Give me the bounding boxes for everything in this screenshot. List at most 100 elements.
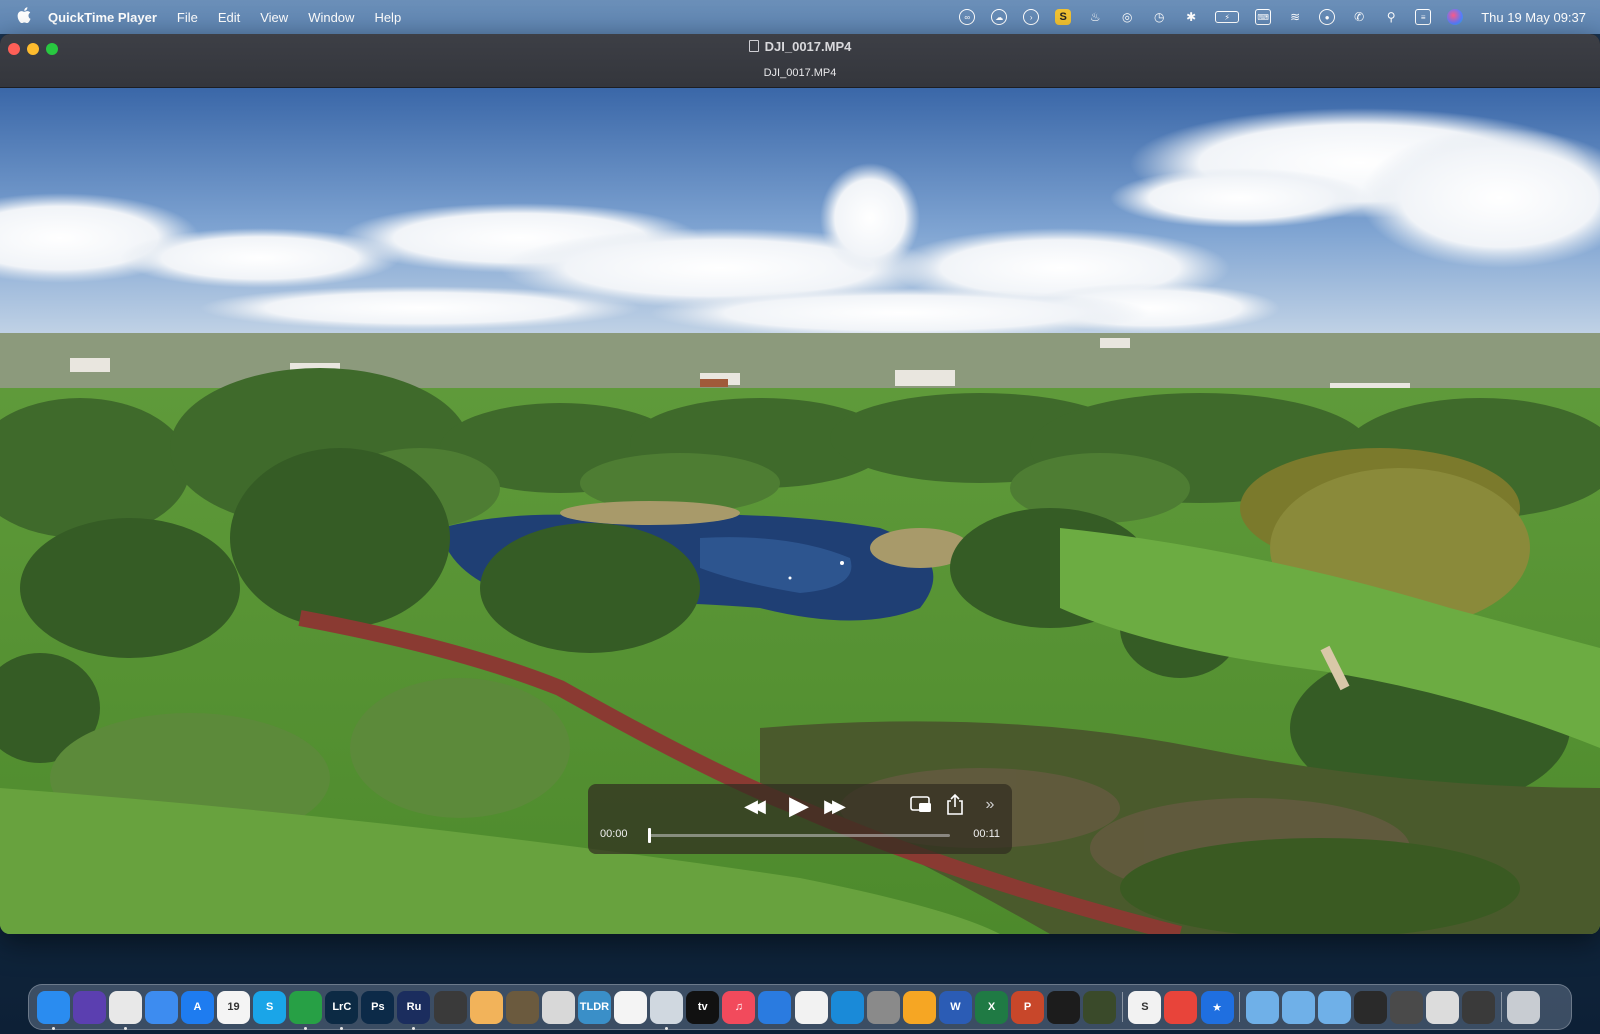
menu-file[interactable]: File: [177, 10, 198, 25]
media-icon[interactable]: ›: [1023, 9, 1040, 25]
flame-icon[interactable]: ♨: [1087, 9, 1103, 25]
dock-label: tv: [697, 1001, 708, 1013]
dock-separator: [1121, 992, 1123, 1022]
dock-apps-folder[interactable]: [1281, 990, 1315, 1024]
dock-audio-app[interactable]: [758, 990, 792, 1024]
running-indicator: [340, 1026, 344, 1030]
dock-label: Ru: [406, 1001, 422, 1013]
playback-controls: ◀◀ ▶ ▶▶ » 00:00 00:11: [588, 784, 1012, 854]
dock-label: LrC: [332, 1001, 352, 1013]
menu-bar: QuickTime Player File Edit View Window H…: [0, 0, 1600, 34]
dock-battery-app[interactable]: [1083, 990, 1117, 1024]
dock-photos[interactable]: [614, 990, 648, 1024]
dock-circle-app[interactable]: [830, 990, 864, 1024]
running-indicator: [51, 1026, 55, 1030]
dock-label: ♫: [734, 1001, 743, 1013]
more-options-button[interactable]: »: [980, 794, 1000, 816]
running-indicator: [665, 1026, 669, 1030]
dock-window-thumb-1[interactable]: [1353, 990, 1387, 1024]
siri-icon[interactable]: [1447, 9, 1464, 25]
fast-forward-button[interactable]: ▶▶: [818, 794, 846, 818]
dock-sketch-app[interactable]: [902, 990, 936, 1024]
dock-activity-monitor[interactable]: [1047, 990, 1081, 1024]
menu-view[interactable]: View: [260, 10, 288, 25]
bluetooth-icon[interactable]: ✱: [1183, 9, 1199, 25]
dock-reeder[interactable]: ★: [1200, 990, 1234, 1024]
dock-docs-folder[interactable]: [1317, 990, 1351, 1024]
dock-trash[interactable]: [1507, 990, 1541, 1024]
window-subtitle: DJI_0017.MP4: [763, 67, 837, 79]
dock-s-app[interactable]: S: [1128, 990, 1162, 1024]
dock-label: S: [1141, 1001, 1149, 1013]
dock-image-viewer[interactable]: [433, 990, 467, 1024]
dock-photo-app[interactable]: [505, 990, 539, 1024]
dock-label: A: [193, 1001, 202, 1013]
dock-window-thumb-4[interactable]: [1462, 990, 1496, 1024]
dock-separator: [1239, 992, 1241, 1022]
scrubber[interactable]: [648, 828, 950, 843]
dock-creative-cloud[interactable]: [1164, 990, 1198, 1024]
dock-music[interactable]: ♫: [722, 990, 756, 1024]
dock-finder[interactable]: [36, 990, 70, 1030]
app-menu[interactable]: QuickTime Player: [48, 10, 157, 25]
dock-label: 19: [227, 1001, 240, 1013]
wifi-icon[interactable]: ≋: [1287, 9, 1303, 25]
dock-cube-app[interactable]: [794, 990, 828, 1024]
cloud-drive-icon[interactable]: ☁: [991, 9, 1008, 25]
menu-help[interactable]: Help: [374, 10, 401, 25]
time-machine-icon[interactable]: ◷: [1151, 9, 1167, 25]
document-icon[interactable]: [748, 40, 759, 52]
dock-photoshop[interactable]: Ps: [361, 990, 395, 1024]
play-button[interactable]: ▶: [784, 790, 814, 820]
picture-in-picture-button[interactable]: [910, 796, 932, 814]
user-icon[interactable]: ●: [1319, 9, 1336, 25]
dock-system-preferences[interactable]: [866, 990, 900, 1024]
dock-powerpoint[interactable]: P: [1011, 990, 1045, 1024]
battery-icon[interactable]: ⚡: [1215, 11, 1240, 23]
dock-siri[interactable]: [72, 990, 106, 1024]
dock-skype[interactable]: S: [253, 990, 287, 1024]
keyboard-icon[interactable]: ⌨: [1255, 9, 1272, 25]
current-time: 00:00: [600, 828, 628, 840]
apple-menu-icon[interactable]: [0, 7, 48, 27]
control-center-icon[interactable]: ≡: [1415, 9, 1432, 25]
dock-tldr[interactable]: TLDR: [577, 990, 611, 1024]
dock-apple-tv[interactable]: tv: [686, 990, 720, 1024]
dock-lightroom-classic[interactable]: LrC: [325, 990, 359, 1030]
dock: A 19 S LrC Ps Ru TLDR tv ♫ W X P S ★: [28, 984, 1572, 1030]
dock-rush[interactable]: Ru: [397, 990, 431, 1030]
dock-label: S: [265, 1001, 274, 1013]
dock-label: TLDR: [579, 1001, 610, 1013]
dock-word[interactable]: W: [938, 990, 972, 1024]
menu-edit[interactable]: Edit: [218, 10, 240, 25]
phone-icon[interactable]: ✆: [1351, 9, 1367, 25]
share-button[interactable]: [946, 793, 968, 815]
menu-window[interactable]: Window: [308, 10, 354, 25]
dock-downloads-folder[interactable]: [1245, 990, 1279, 1024]
search-icon[interactable]: ⚲: [1383, 9, 1399, 25]
menubar-clock[interactable]: Thu 19 May 09:37: [1481, 10, 1586, 25]
dock-label: X: [987, 1001, 996, 1013]
dock-compass[interactable]: [541, 990, 575, 1024]
rewind-button[interactable]: ◀◀: [738, 794, 766, 818]
dock-quicktime[interactable]: [650, 990, 684, 1030]
dock-window-thumb-3[interactable]: [1426, 990, 1460, 1024]
duration: 00:11: [973, 828, 1000, 840]
title-bar[interactable]: DJI_0017.MP4 DJI_0017.MP4: [0, 34, 1600, 88]
dock-app-store[interactable]: A: [180, 990, 214, 1024]
dock-safari[interactable]: [144, 990, 178, 1024]
s-app-icon[interactable]: S: [1055, 9, 1072, 25]
video-frame[interactable]: ◀◀ ▶ ▶▶ » 00:00 00:11: [0, 88, 1600, 934]
share-icon: [947, 793, 963, 815]
quicktime-window: DJI_0017.MP4 DJI_0017.MP4 ◀◀ ▶ ▶▶ » 00:0…: [0, 34, 1600, 934]
status-area: ∞ ☁ › S ♨ ◎ ◷ ✱ ⚡ ⌨ ≋ ● ✆ ⚲ ≡ Thu 19 May…: [943, 0, 1586, 34]
airdrop-icon[interactable]: ◎: [1119, 9, 1135, 25]
dock-chrome[interactable]: [108, 990, 142, 1030]
dock-calendar[interactable]: 19: [217, 990, 251, 1024]
dock-excel[interactable]: X: [974, 990, 1008, 1024]
creative-cloud-icon[interactable]: ∞: [959, 9, 976, 25]
dock-vpn[interactable]: [289, 990, 323, 1030]
scrubber-playhead[interactable]: [648, 828, 651, 843]
dock-window-thumb-2[interactable]: [1390, 990, 1424, 1024]
dock-pencil[interactable]: [469, 990, 503, 1024]
